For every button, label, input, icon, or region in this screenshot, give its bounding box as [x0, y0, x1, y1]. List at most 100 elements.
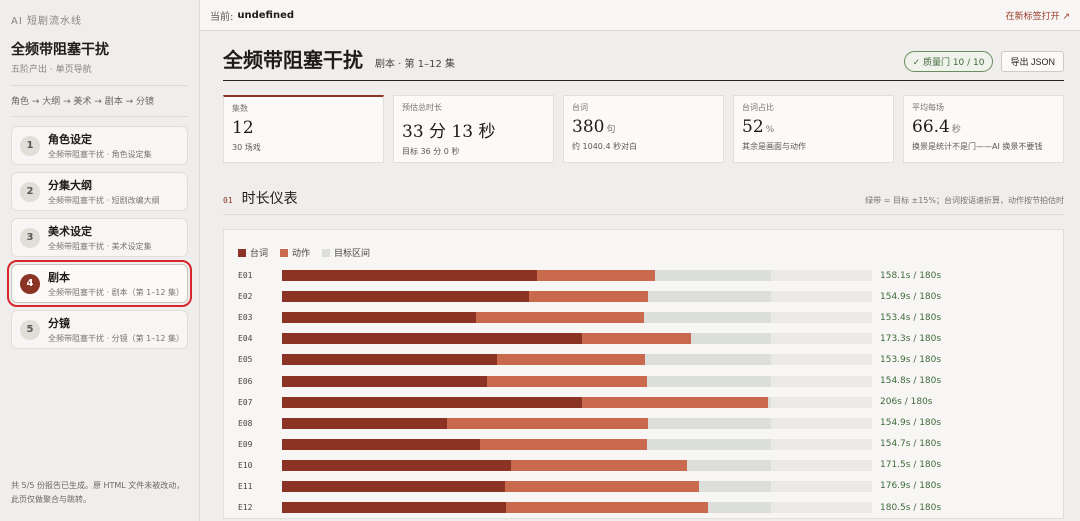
chart-row: E11 176.9s / 180s	[238, 476, 1049, 497]
step-subtitle: 全频带阻塞干扰 · 分镜（第 1–12 集）	[48, 334, 179, 343]
duration-track	[282, 417, 872, 429]
sidebar-item-outline[interactable]: 2 分集大纲 全频带阻塞干扰 · 短剧改编大纲	[11, 172, 188, 211]
target-range-band	[643, 291, 771, 303]
top-bar: 当前: undefined 在新标签打开 ↗	[200, 0, 1080, 31]
sidebar-footer-note: 共 5/5 份报告已生成。原 HTML 文件未被改动，此页仅做聚合与跳转。	[11, 481, 185, 504]
duration-track	[282, 480, 872, 492]
chart-row: E10 171.5s / 180s	[238, 455, 1049, 476]
action-bar	[506, 502, 708, 514]
step-number: 5	[20, 319, 40, 340]
sidebar-item-script[interactable]: 4 剧本 全频带阻塞干扰 · 剧本（第 1–12 集）	[7, 260, 192, 307]
episode-label: E11	[238, 481, 253, 491]
episode-label: E01	[238, 271, 253, 281]
stat-value: 12	[232, 118, 254, 138]
episode-label: E06	[238, 376, 253, 386]
legend-item-target: 目标区间	[322, 246, 370, 259]
duration-label: 171.5s / 180s	[880, 460, 942, 471]
episode-label: E02	[238, 292, 253, 302]
chart-row: E01 158.1s / 180s	[238, 265, 1049, 286]
step-subtitle: 全频带阻塞干扰 · 角色设定集	[48, 150, 152, 159]
duration-track	[282, 438, 872, 450]
section-note: 绿带 = 目标 ±15%；台词按语速折算，动作按节拍估时	[865, 196, 1064, 205]
dialogue-bar	[282, 333, 582, 345]
duration-label: 206s / 180s	[880, 397, 933, 408]
open-in-new-tab-link[interactable]: 在新标签打开 ↗	[1006, 9, 1070, 22]
chart-row: E04 173.3s / 180s	[238, 328, 1049, 349]
duration-track	[282, 502, 872, 514]
step-title: 剧本	[48, 271, 70, 284]
step-title: 美术设定	[48, 225, 92, 238]
episode-label: E09	[238, 439, 253, 449]
chart-rows: E01 158.1s / 180s E02 154.9s / 180s E03 153.4…	[238, 265, 1049, 518]
dialogue-bar	[282, 480, 506, 492]
stat-value: 52%	[742, 117, 775, 137]
duration-label: 153.4s / 180s	[880, 312, 942, 323]
step-number: 4	[20, 273, 40, 294]
duration-label: 154.9s / 180s	[880, 418, 942, 429]
dialogue-bar	[282, 312, 477, 324]
duration-label: 173.3s / 180s	[880, 333, 942, 344]
export-json-button[interactable]: 导出 JSON	[1001, 51, 1064, 72]
section-number: 01	[223, 196, 233, 205]
stat-card-dialogue-ratio: 台词占比 52% 其余是画面与动作	[733, 95, 894, 163]
action-bar	[496, 354, 646, 366]
episode-label: E12	[238, 503, 253, 513]
action-bar	[476, 312, 644, 324]
stat-value: 66.4 秒	[912, 117, 961, 137]
action-bar	[487, 375, 648, 387]
stat-card-episodes: 集数 12 30 场戏	[223, 95, 384, 163]
step-subtitle: 全频带阻塞干扰 · 短剧改编大纲	[48, 196, 160, 205]
action-bar	[582, 396, 769, 408]
duration-label: 158.1s / 180s	[880, 270, 942, 281]
episode-label: E05	[238, 355, 253, 365]
project-title: 全频带阻塞干扰	[11, 42, 109, 58]
dialogue-bar	[282, 417, 448, 429]
duration-track	[282, 354, 872, 366]
duration-label: 154.8s / 180s	[880, 376, 942, 387]
project-subtitle: 五阶产出 · 单页导航	[11, 65, 92, 75]
stat-label: 集数	[232, 104, 248, 113]
step-number: 3	[20, 227, 40, 248]
brand-label: AI 短剧流水线	[11, 16, 82, 27]
divider	[11, 85, 188, 86]
target-range-band	[643, 354, 771, 366]
chart-row: E06 154.8s / 180s	[238, 370, 1049, 391]
stat-card-avg-scene: 平均每场 66.4 秒 换景是统计不是门——AI 换景不要钱	[903, 95, 1064, 163]
duration-chart: 台词 动作 目标区间 E01 158.1s / 180s E02 154.9s / 1…	[223, 229, 1064, 519]
sidebar-item-art[interactable]: 3 美术设定 全频带阻塞干扰 · 美术设定集	[11, 218, 188, 257]
stat-value: 380 句	[572, 117, 616, 137]
legend-item-dialogue: 台词	[238, 246, 268, 259]
stat-label: 台词占比	[742, 103, 774, 112]
stat-note: 约 1040.4 秒对白	[572, 142, 638, 151]
sidebar-item-storyboard[interactable]: 5 分镜 全频带阻塞干扰 · 分镜（第 1–12 集）	[11, 310, 188, 349]
page-subtitle: 剧本 · 第 1–12 集	[375, 59, 455, 70]
stat-note: 换景是统计不是门——AI 换景不要钱	[912, 142, 1043, 151]
chart-row: E05 153.9s / 180s	[238, 349, 1049, 370]
duration-track	[282, 291, 872, 303]
dialogue-bar	[282, 291, 529, 303]
duration-track	[282, 375, 872, 387]
page-title: 全频带阻塞干扰	[223, 48, 363, 72]
current-label: 当前:	[210, 11, 234, 23]
dialogue-bar	[282, 459, 511, 471]
target-range-band	[643, 417, 771, 429]
sidebar-item-characters[interactable]: 1 角色设定 全频带阻塞干扰 · 角色设定集	[11, 126, 188, 165]
chart-row: E03 153.4s / 180s	[238, 307, 1049, 328]
chart-row: E09 154.7s / 180s	[238, 434, 1049, 455]
main-content: 全频带阻塞干扰 剧本 · 第 1–12 集 ✓ 质量门 10 / 10 导出 J…	[200, 31, 1080, 521]
duration-label: 154.7s / 180s	[880, 439, 942, 450]
dialogue-bar	[282, 502, 507, 514]
duration-track	[282, 459, 872, 471]
current-value: undefined	[237, 9, 295, 21]
stat-card-duration: 预估总时长 33 分 13 秒 目标 36 分 0 秒	[393, 95, 554, 163]
legend-swatch	[322, 248, 331, 257]
legend-swatch	[280, 248, 289, 257]
chart-row: E08 154.9s / 180s	[238, 413, 1049, 434]
chart-row: E12 180.5s / 180s	[238, 497, 1049, 518]
stat-note: 其余是画面与动作	[742, 142, 806, 151]
duration-track	[282, 333, 872, 345]
legend-swatch	[238, 248, 246, 257]
episode-label: E04	[238, 334, 253, 344]
duration-label: 176.9s / 180s	[880, 481, 942, 492]
episode-label: E07	[238, 397, 253, 407]
